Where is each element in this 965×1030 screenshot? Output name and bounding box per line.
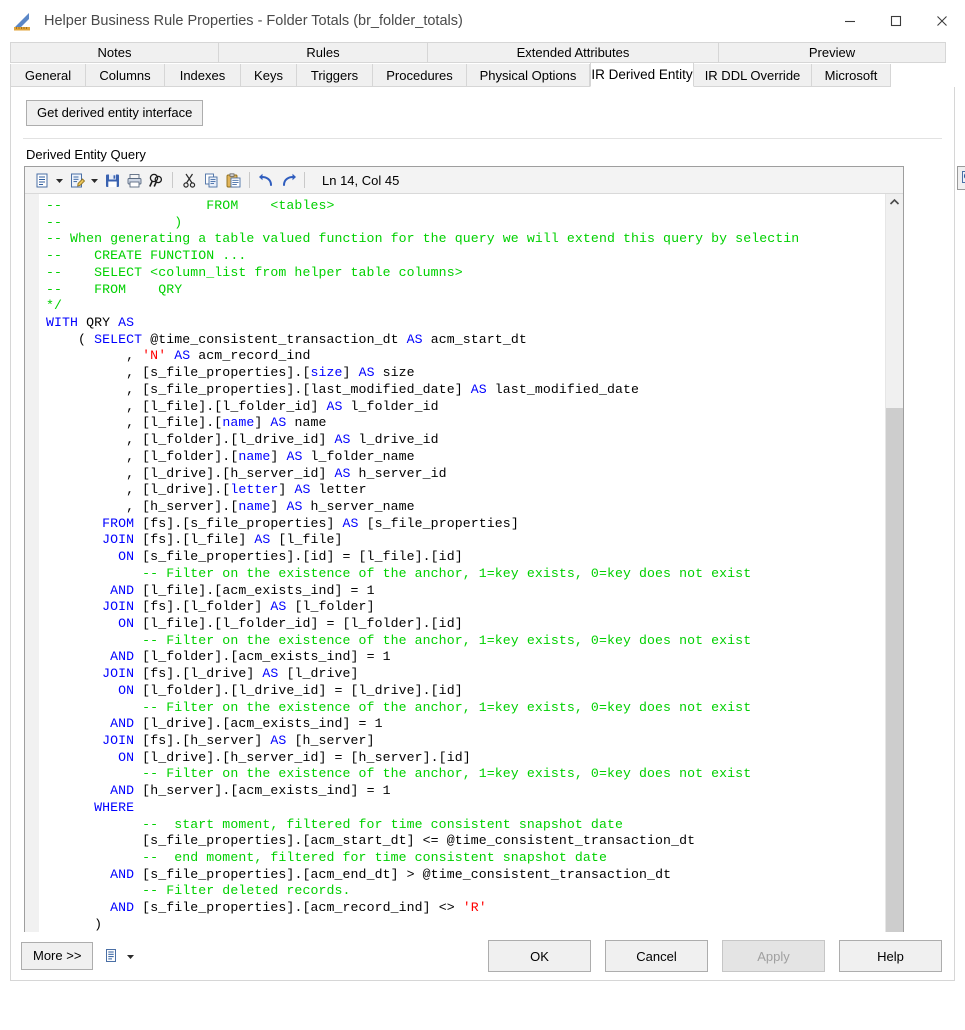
tab-notes[interactable]: Notes	[10, 42, 219, 63]
edit-document-icon[interactable]	[66, 169, 88, 191]
edit-document-dropdown-caret-icon[interactable]	[88, 169, 101, 191]
derived-entity-query-label: Derived Entity Query	[26, 147, 146, 162]
tab-columns[interactable]: Columns	[86, 64, 165, 87]
tab-row-top: Notes Rules Extended Attributes Preview	[10, 42, 955, 64]
save-icon[interactable]	[101, 169, 123, 191]
cursor-position-status: Ln 14, Col 45	[322, 172, 400, 188]
close-button[interactable]	[919, 0, 965, 41]
window-title: Helper Business Rule Properties - Folder…	[44, 12, 463, 29]
window-controls	[827, 0, 965, 41]
tab-row-bottom: General Columns Indexes Keys Triggers Procedu…	[10, 62, 955, 87]
minimize-button[interactable]	[827, 0, 873, 41]
vertical-scroll-track[interactable]	[886, 211, 903, 939]
scroll-up-button[interactable]	[886, 194, 903, 211]
code-scroll-viewport[interactable]: -- FROM <tables> -- ) -- When generating…	[40, 194, 885, 956]
undo-icon[interactable]	[255, 169, 277, 191]
code-area: -- FROM <tables> -- ) -- When generating…	[25, 194, 903, 956]
paste-icon[interactable]	[222, 169, 244, 191]
properties-page: Get derived entity interface Derived Ent…	[10, 87, 965, 981]
new-document-dropdown-caret-icon[interactable]	[53, 169, 66, 191]
tab-physical-options[interactable]: Physical Options	[467, 64, 590, 87]
tab-procedures[interactable]: Procedures	[373, 64, 467, 87]
ruler-triangle-icon	[12, 10, 34, 32]
get-derived-entity-interface-button[interactable]: Get derived entity interface	[26, 100, 204, 126]
tab-general[interactable]: General	[10, 64, 86, 87]
query-editor-wrapper: Ln 14, Col 45 -- FROM <tables> -- ) -- W…	[24, 166, 965, 978]
copy-icon[interactable]	[200, 169, 222, 191]
sql-code[interactable]: -- FROM <tables> -- ) -- When generating…	[40, 194, 885, 934]
print-icon[interactable]	[123, 169, 145, 191]
cancel-button[interactable]: Cancel	[605, 940, 708, 972]
apply-button: Apply	[722, 940, 825, 972]
maximize-button[interactable]	[873, 0, 919, 41]
query-editor: Ln 14, Col 45 -- FROM <tables> -- ) -- W…	[24, 166, 904, 978]
ok-button[interactable]: OK	[488, 940, 591, 972]
tab-microsoft[interactable]: Microsoft	[812, 64, 891, 87]
tab-ir-ddl-override[interactable]: IR DDL Override	[694, 64, 812, 87]
redo-icon[interactable]	[277, 169, 299, 191]
toolbar-separator	[172, 172, 173, 188]
window-title-bar: Helper Business Rule Properties - Folder…	[0, 0, 965, 42]
dropdown-caret-icon[interactable]	[126, 952, 135, 961]
magnifier-preview-icon[interactable]	[957, 166, 965, 190]
find-icon[interactable]	[145, 169, 167, 191]
dialog-footer: More >> OK Cancel Apply Help	[11, 932, 954, 980]
tab-keys[interactable]: Keys	[241, 64, 297, 87]
divider	[23, 138, 942, 139]
tab-rules[interactable]: Rules	[219, 42, 428, 63]
help-button[interactable]: Help	[839, 940, 942, 972]
tab-triggers[interactable]: Triggers	[297, 64, 373, 87]
toolbar-separator	[304, 172, 305, 188]
new-document-icon[interactable]	[31, 169, 53, 191]
editor-toolbar: Ln 14, Col 45	[25, 167, 903, 194]
editor-gutter	[25, 194, 40, 956]
more-button[interactable]: More >>	[21, 942, 94, 970]
tab-extended-attributes[interactable]: Extended Attributes	[428, 42, 719, 63]
tab-strip: Notes Rules Extended Attributes Preview Gen…	[10, 42, 955, 87]
document-menu-icon[interactable]	[104, 948, 119, 964]
tab-preview[interactable]: Preview	[719, 42, 946, 63]
toolbar-separator	[249, 172, 250, 188]
tab-indexes[interactable]: Indexes	[165, 64, 241, 87]
cut-icon[interactable]	[178, 169, 200, 191]
vertical-scroll-thumb[interactable]	[886, 407, 903, 932]
tab-ir-derived-entity[interactable]: IR Derived Entity	[590, 62, 694, 87]
vertical-scrollbar[interactable]	[885, 194, 903, 956]
